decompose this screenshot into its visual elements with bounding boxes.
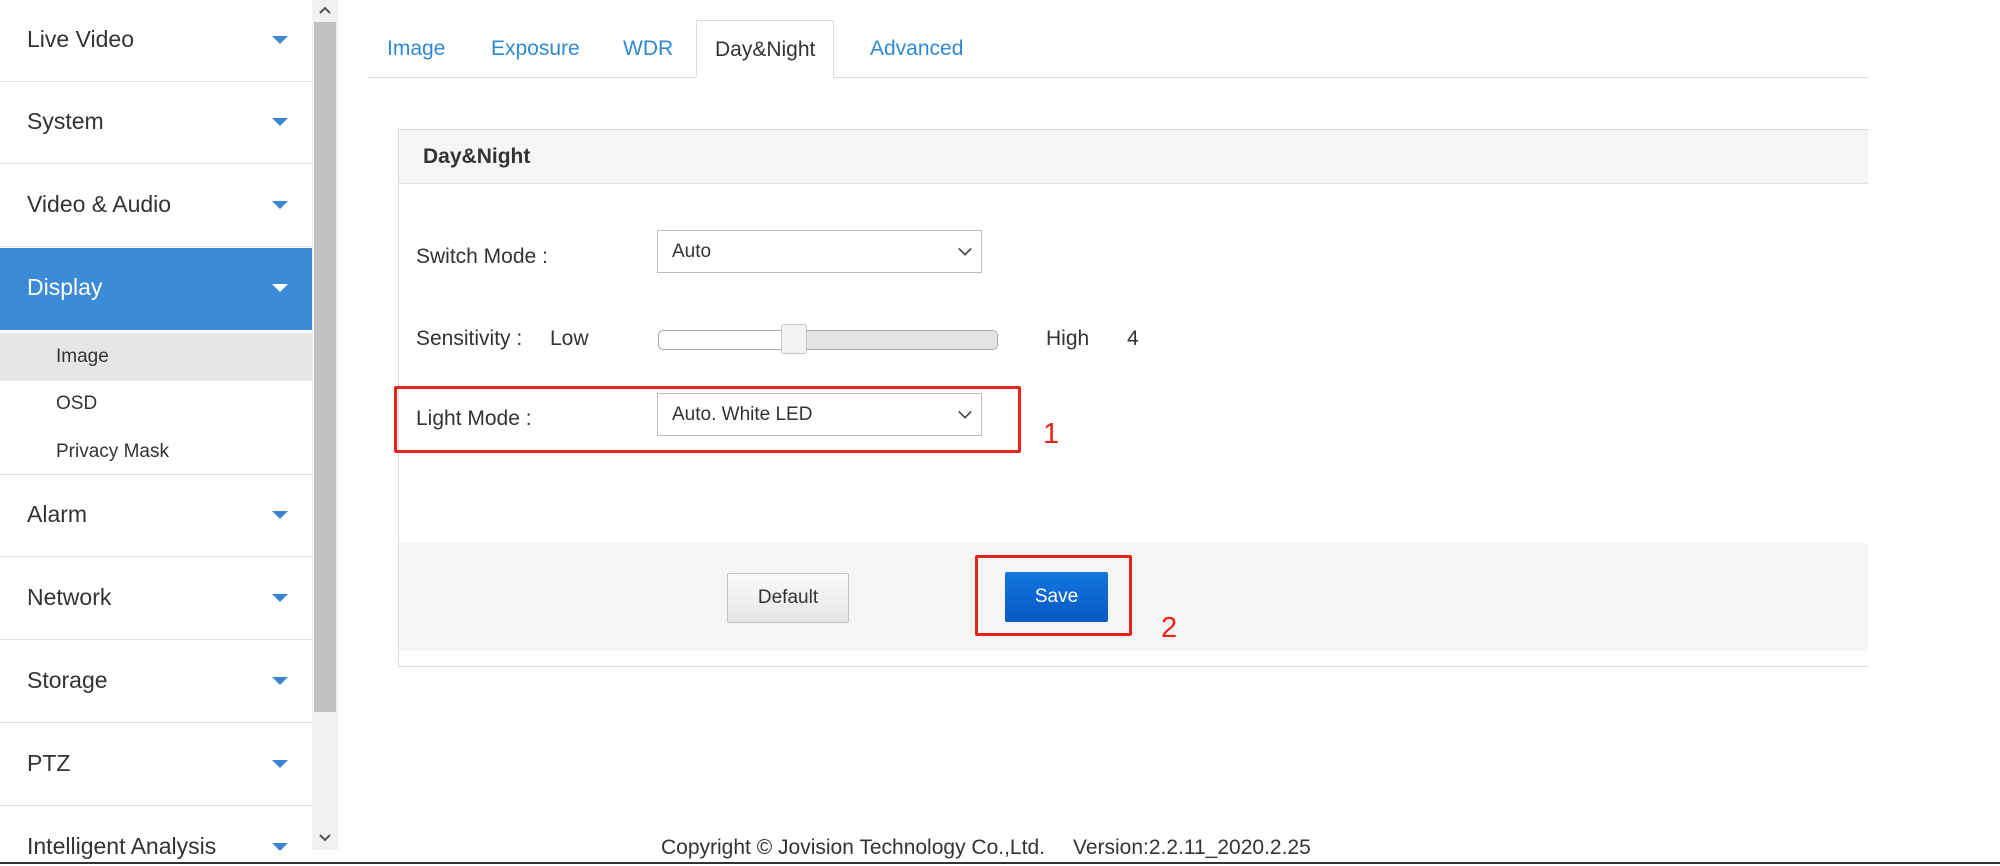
annotation-marker-2: 2: [1161, 612, 1178, 644]
sensitivity-value: 4: [1127, 327, 1139, 350]
sidebar-subitem-osd[interactable]: OSD: [0, 380, 312, 428]
sidebar-subitem-image[interactable]: Image: [0, 333, 312, 381]
sidebar-item-display[interactable]: Display: [0, 248, 312, 330]
sidebar-item-label: Alarm: [27, 501, 88, 527]
tab-advanced[interactable]: Advanced: [870, 20, 963, 77]
chevron-down-icon: [958, 242, 972, 256]
tab-exposure[interactable]: Exposure: [491, 20, 580, 77]
panel-header: Day&Night: [399, 130, 1868, 184]
panel-title: Day&Night: [423, 145, 531, 168]
caret-down-icon: [272, 677, 288, 685]
bottom-divider: [0, 862, 2000, 864]
sidebar-item-system[interactable]: System: [0, 82, 312, 164]
tab-image[interactable]: Image: [387, 20, 445, 77]
sensitivity-low-label: Low: [550, 327, 589, 350]
copyright-footer: Copyright © Jovision Technology Co.,Ltd.…: [661, 836, 1311, 860]
annotation-box-1: [394, 386, 1021, 453]
sidebar-item-label: Live Video: [27, 26, 134, 52]
sidebar-item-ptz[interactable]: PTZ: [0, 724, 312, 806]
switch-mode-label: Switch Mode :: [416, 245, 548, 268]
copyright-text: Copyright © Jovision Technology Co.,Ltd.: [661, 836, 1045, 859]
sidebar-scrollbar[interactable]: [312, 0, 338, 850]
tab-day-night[interactable]: Day&Night: [696, 20, 835, 78]
sensitivity-high-label: High: [1046, 327, 1090, 350]
settings-tabs: Image Exposure WDR Day&Night Advanced: [368, 20, 1868, 78]
caret-down-icon: [272, 118, 288, 126]
sidebar-item-storage[interactable]: Storage: [0, 641, 312, 723]
slider-remaining-fill: [793, 331, 997, 349]
sidebar-item-label: System: [27, 108, 104, 134]
caret-down-icon: [272, 36, 288, 44]
panel-button-bar: Default Save: [399, 543, 1868, 651]
annotation-box-2: [975, 555, 1132, 636]
sidebar-item-video-audio[interactable]: Video & Audio: [0, 165, 312, 247]
scrollbar-thumb[interactable]: [314, 22, 336, 712]
switch-mode-select[interactable]: Auto: [657, 230, 982, 273]
caret-down-icon: [272, 284, 288, 292]
sidebar-item-label: PTZ: [27, 750, 71, 776]
sidebar-item-label: Intelligent Analysis: [27, 833, 217, 859]
sidebar-item-label: Network: [27, 584, 112, 610]
caret-down-icon: [272, 594, 288, 602]
switch-mode-value: Auto: [672, 241, 712, 262]
caret-down-icon: [272, 511, 288, 519]
sidebar-item-label: Video & Audio: [27, 191, 172, 217]
tab-wdr[interactable]: WDR: [623, 20, 673, 77]
sidebar-subitem-label: Privacy Mask: [56, 441, 169, 462]
sidebar-item-label: Display: [27, 274, 103, 300]
sidebar-subitem-privacy-mask[interactable]: Privacy Mask: [0, 428, 312, 476]
sidebar-item-alarm[interactable]: Alarm: [0, 475, 312, 557]
scroll-up-arrow-icon[interactable]: [312, 0, 338, 22]
sidebar-subitem-label: OSD: [56, 393, 98, 414]
sidebar-subitem-label: Image: [56, 346, 109, 367]
sensitivity-label: Sensitivity :: [416, 327, 523, 350]
sensitivity-slider-handle[interactable]: [781, 324, 807, 354]
caret-down-icon: [272, 760, 288, 768]
sidebar-item-intelligent-analysis[interactable]: Intelligent Analysis: [0, 807, 312, 866]
sidebar-item-label: Storage: [27, 667, 108, 693]
scroll-down-arrow-icon[interactable]: [312, 828, 338, 850]
caret-down-icon: [272, 843, 288, 851]
sidebar-item-network[interactable]: Network: [0, 558, 312, 640]
default-button[interactable]: Default: [727, 573, 849, 623]
caret-down-icon: [272, 201, 288, 209]
sensitivity-slider-track[interactable]: [658, 330, 998, 350]
version-text: Version:2.2.11_2020.2.25: [1072, 836, 1311, 859]
sidebar: Live Video System Video & Audio Display …: [0, 0, 312, 866]
annotation-marker-1: 1: [1043, 418, 1060, 450]
sidebar-item-live-video[interactable]: Live Video: [0, 0, 312, 82]
